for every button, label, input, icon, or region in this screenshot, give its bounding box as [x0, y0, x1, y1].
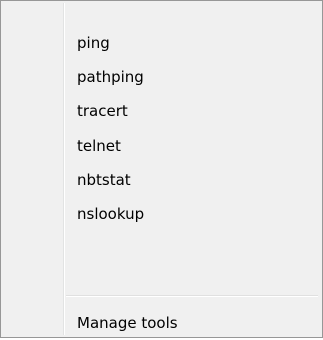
menu-item-tracert[interactable]: tracert — [4, 94, 319, 128]
menu-item-label: pathping — [77, 68, 144, 86]
menu-item-label: telnet — [77, 137, 121, 155]
context-menu: ping pathping tracert telnet nbtstat nsl… — [0, 0, 323, 338]
menu-item-manage-tools[interactable]: Manage tools — [4, 306, 319, 340]
menu-item-pathping[interactable]: pathping — [4, 60, 319, 94]
menu-separator — [66, 295, 318, 297]
menu-item-telnet[interactable]: telnet — [4, 129, 319, 163]
menu-item-label: nbtstat — [77, 171, 131, 189]
menu-item-ping[interactable]: ping — [4, 26, 319, 60]
menu-item-label: ping — [77, 34, 110, 52]
menu-item-nslookup[interactable]: nslookup — [4, 197, 319, 231]
menu-item-label: tracert — [77, 102, 128, 120]
menu-item-nbtstat[interactable]: nbtstat — [4, 163, 319, 197]
menu-item-label: nslookup — [77, 205, 145, 223]
menu-item-label: Manage tools — [77, 314, 178, 332]
